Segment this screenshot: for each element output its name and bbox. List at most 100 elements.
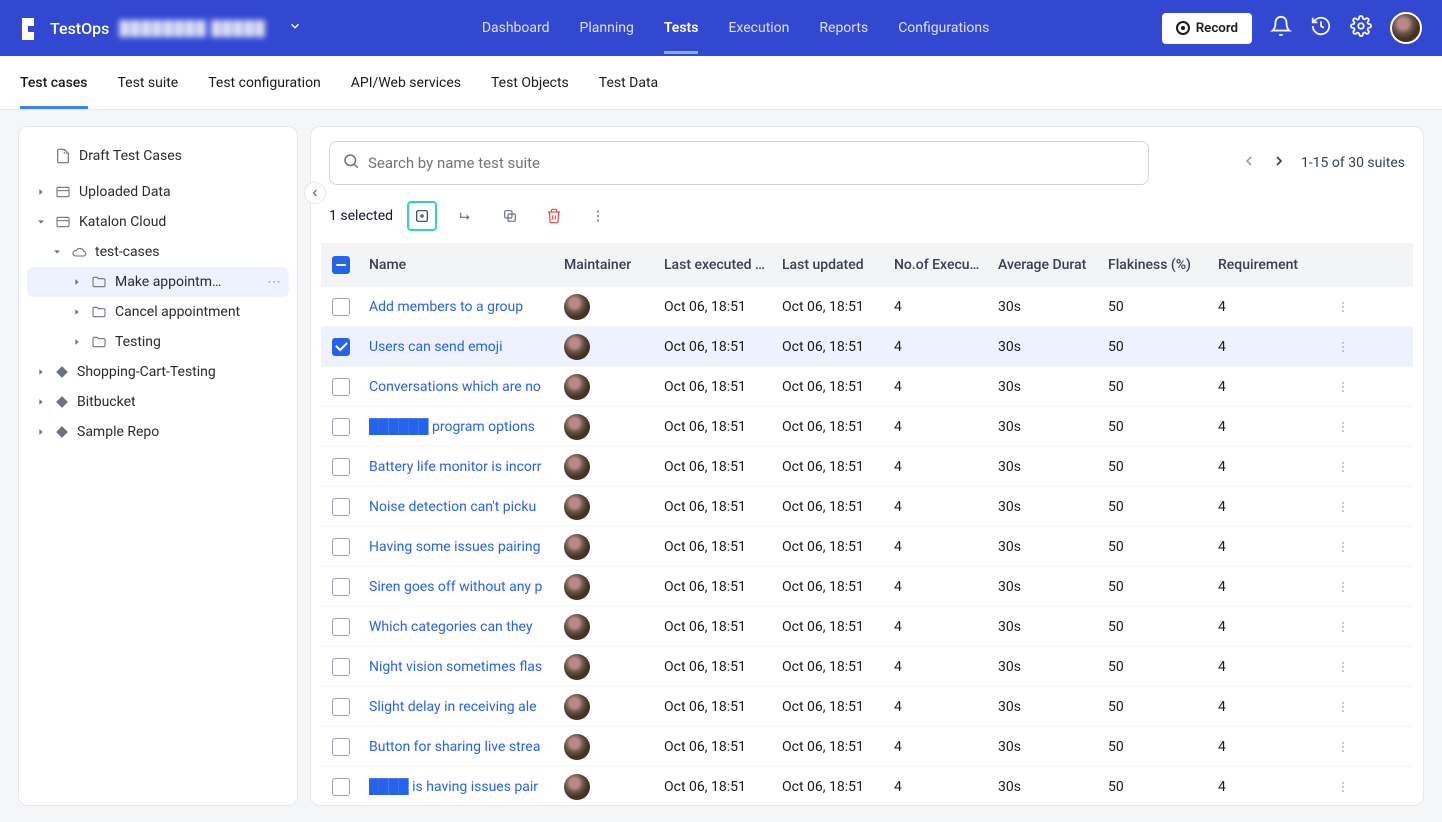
- draft-test-cases[interactable]: Draft Test Cases: [27, 141, 289, 171]
- col-name[interactable]: Name: [361, 257, 556, 273]
- table-row[interactable]: ██████ program optionsOct 06, 18:51Oct 0…: [321, 407, 1413, 447]
- table-row[interactable]: Users can send emojiOct 06, 18:51Oct 06,…: [321, 327, 1413, 367]
- nav-reports[interactable]: Reports: [819, 2, 868, 54]
- caret-icon[interactable]: [71, 307, 83, 317]
- nav-planning[interactable]: Planning: [580, 2, 634, 54]
- row-checkbox[interactable]: [332, 578, 350, 596]
- col-requirement[interactable]: Requirement: [1210, 257, 1328, 273]
- subnav-test-suite[interactable]: Test suite: [118, 56, 179, 109]
- row-checkbox[interactable]: [332, 498, 350, 516]
- add-to-suite-button[interactable]: [407, 201, 437, 231]
- prev-page-button[interactable]: [1241, 153, 1257, 173]
- row-checkbox[interactable]: [332, 418, 350, 436]
- gear-icon[interactable]: [1350, 15, 1372, 41]
- col-last-executed[interactable]: Last executed: [656, 257, 774, 273]
- row-more-button[interactable]: [1328, 740, 1358, 754]
- table-row[interactable]: Button for sharing live streaOct 06, 18:…: [321, 727, 1413, 767]
- test-case-link[interactable]: ██████ program options: [369, 419, 535, 435]
- row-checkbox[interactable]: [332, 378, 350, 396]
- row-more-button[interactable]: [1328, 660, 1358, 674]
- col-maintainer[interactable]: Maintainer: [556, 257, 656, 273]
- test-case-link[interactable]: Night vision sometimes flas: [369, 659, 542, 675]
- caret-icon[interactable]: [35, 367, 47, 377]
- test-case-link[interactable]: Conversations which are no: [369, 379, 541, 395]
- record-button[interactable]: Record: [1162, 13, 1252, 44]
- tree-item-testing[interactable]: Testing: [27, 327, 289, 357]
- nav-tests[interactable]: Tests: [664, 2, 699, 54]
- test-case-link[interactable]: ████ is having issues pair: [369, 779, 538, 795]
- copy-button[interactable]: [495, 201, 525, 231]
- caret-icon[interactable]: [35, 217, 47, 227]
- test-case-link[interactable]: Which categories can they: [369, 619, 533, 635]
- col-duration[interactable]: Average Durat: [990, 257, 1100, 273]
- subnav-test-cases[interactable]: Test cases: [20, 56, 88, 109]
- subnav-test-data[interactable]: Test Data: [599, 56, 658, 109]
- tree-item-make-appointm-[interactable]: Make appointm…⋯: [27, 267, 289, 297]
- row-more-button[interactable]: [1328, 780, 1358, 794]
- tree-item-test-cases[interactable]: test-cases: [27, 237, 289, 267]
- table-row[interactable]: Conversations which are noOct 06, 18:51O…: [321, 367, 1413, 407]
- row-more-button[interactable]: [1328, 700, 1358, 714]
- row-checkbox[interactable]: [332, 778, 350, 796]
- test-case-link[interactable]: Having some issues pairing: [369, 539, 540, 555]
- row-more-button[interactable]: [1328, 500, 1358, 514]
- test-case-link[interactable]: Add members to a group: [369, 299, 523, 315]
- row-checkbox[interactable]: [332, 458, 350, 476]
- nav-execution[interactable]: Execution: [728, 2, 789, 54]
- tree-item-cancel-appointment[interactable]: Cancel appointment: [27, 297, 289, 327]
- row-more-button[interactable]: [1328, 620, 1358, 634]
- caret-icon[interactable]: [71, 337, 83, 347]
- test-case-link[interactable]: Siren goes off without any p: [369, 579, 542, 595]
- table-row[interactable]: Siren goes off without any pOct 06, 18:5…: [321, 567, 1413, 607]
- table-row[interactable]: ████ is having issues pairOct 06, 18:51O…: [321, 767, 1413, 805]
- col-flakiness[interactable]: Flakiness (%): [1100, 257, 1210, 273]
- subnav-test-objects[interactable]: Test Objects: [491, 56, 569, 109]
- row-more-button[interactable]: [1328, 460, 1358, 474]
- row-checkbox[interactable]: [332, 538, 350, 556]
- table-row[interactable]: Which categories can theyOct 06, 18:51Oc…: [321, 607, 1413, 647]
- test-case-link[interactable]: Users can send emoji: [369, 339, 503, 355]
- tree-item-uploaded-data[interactable]: Uploaded Data: [27, 177, 289, 207]
- tree-item-bitbucket[interactable]: Bitbucket: [27, 387, 289, 417]
- table-row[interactable]: Battery life monitor is incorrOct 06, 18…: [321, 447, 1413, 487]
- next-page-button[interactable]: [1271, 153, 1287, 173]
- col-last-updated[interactable]: Last updated: [774, 257, 886, 273]
- select-all-checkbox[interactable]: [332, 256, 350, 274]
- subnav-api-web-services[interactable]: API/Web services: [351, 56, 461, 109]
- test-case-link[interactable]: Button for sharing live strea: [369, 739, 540, 755]
- table-row[interactable]: Night vision sometimes flasOct 06, 18:51…: [321, 647, 1413, 687]
- caret-icon[interactable]: [51, 247, 63, 257]
- row-checkbox[interactable]: [332, 338, 350, 356]
- tree-item-sample-repo[interactable]: Sample Repo: [27, 417, 289, 447]
- caret-icon[interactable]: [35, 397, 47, 407]
- tree-item-katalon-cloud[interactable]: Katalon Cloud: [27, 207, 289, 237]
- row-more-button[interactable]: [1328, 580, 1358, 594]
- table-row[interactable]: Slight delay in receiving aleOct 06, 18:…: [321, 687, 1413, 727]
- caret-icon[interactable]: [71, 277, 83, 287]
- nav-configurations[interactable]: Configurations: [898, 2, 989, 54]
- caret-icon[interactable]: [35, 427, 47, 437]
- table-row[interactable]: Noise detection can't pickuOct 06, 18:51…: [321, 487, 1413, 527]
- tree-item-more-icon[interactable]: ⋯: [267, 274, 281, 290]
- delete-button[interactable]: [539, 201, 569, 231]
- project-chevron-icon[interactable]: [288, 19, 302, 37]
- test-case-link[interactable]: Slight delay in receiving ale: [369, 699, 537, 715]
- row-more-button[interactable]: [1328, 300, 1358, 314]
- more-actions-button[interactable]: [583, 201, 613, 231]
- test-case-link[interactable]: Noise detection can't picku: [369, 499, 536, 515]
- col-executions[interactable]: No.of Executio: [886, 257, 990, 273]
- user-avatar[interactable]: [1390, 12, 1422, 44]
- table-row[interactable]: Having some issues pairingOct 06, 18:51O…: [321, 527, 1413, 567]
- row-checkbox[interactable]: [332, 738, 350, 756]
- subnav-test-configuration[interactable]: Test configuration: [208, 56, 321, 109]
- caret-icon[interactable]: [35, 187, 47, 197]
- search-input[interactable]: [368, 154, 1136, 172]
- search-box[interactable]: [329, 141, 1149, 185]
- row-more-button[interactable]: [1328, 540, 1358, 554]
- row-checkbox[interactable]: [332, 698, 350, 716]
- table-row[interactable]: Add members to a groupOct 06, 18:51Oct 0…: [321, 287, 1413, 327]
- tree-item-shopping-cart-testing[interactable]: Shopping-Cart-Testing: [27, 357, 289, 387]
- row-more-button[interactable]: [1328, 380, 1358, 394]
- move-button[interactable]: [451, 201, 481, 231]
- sidebar-collapse-button[interactable]: [304, 182, 326, 204]
